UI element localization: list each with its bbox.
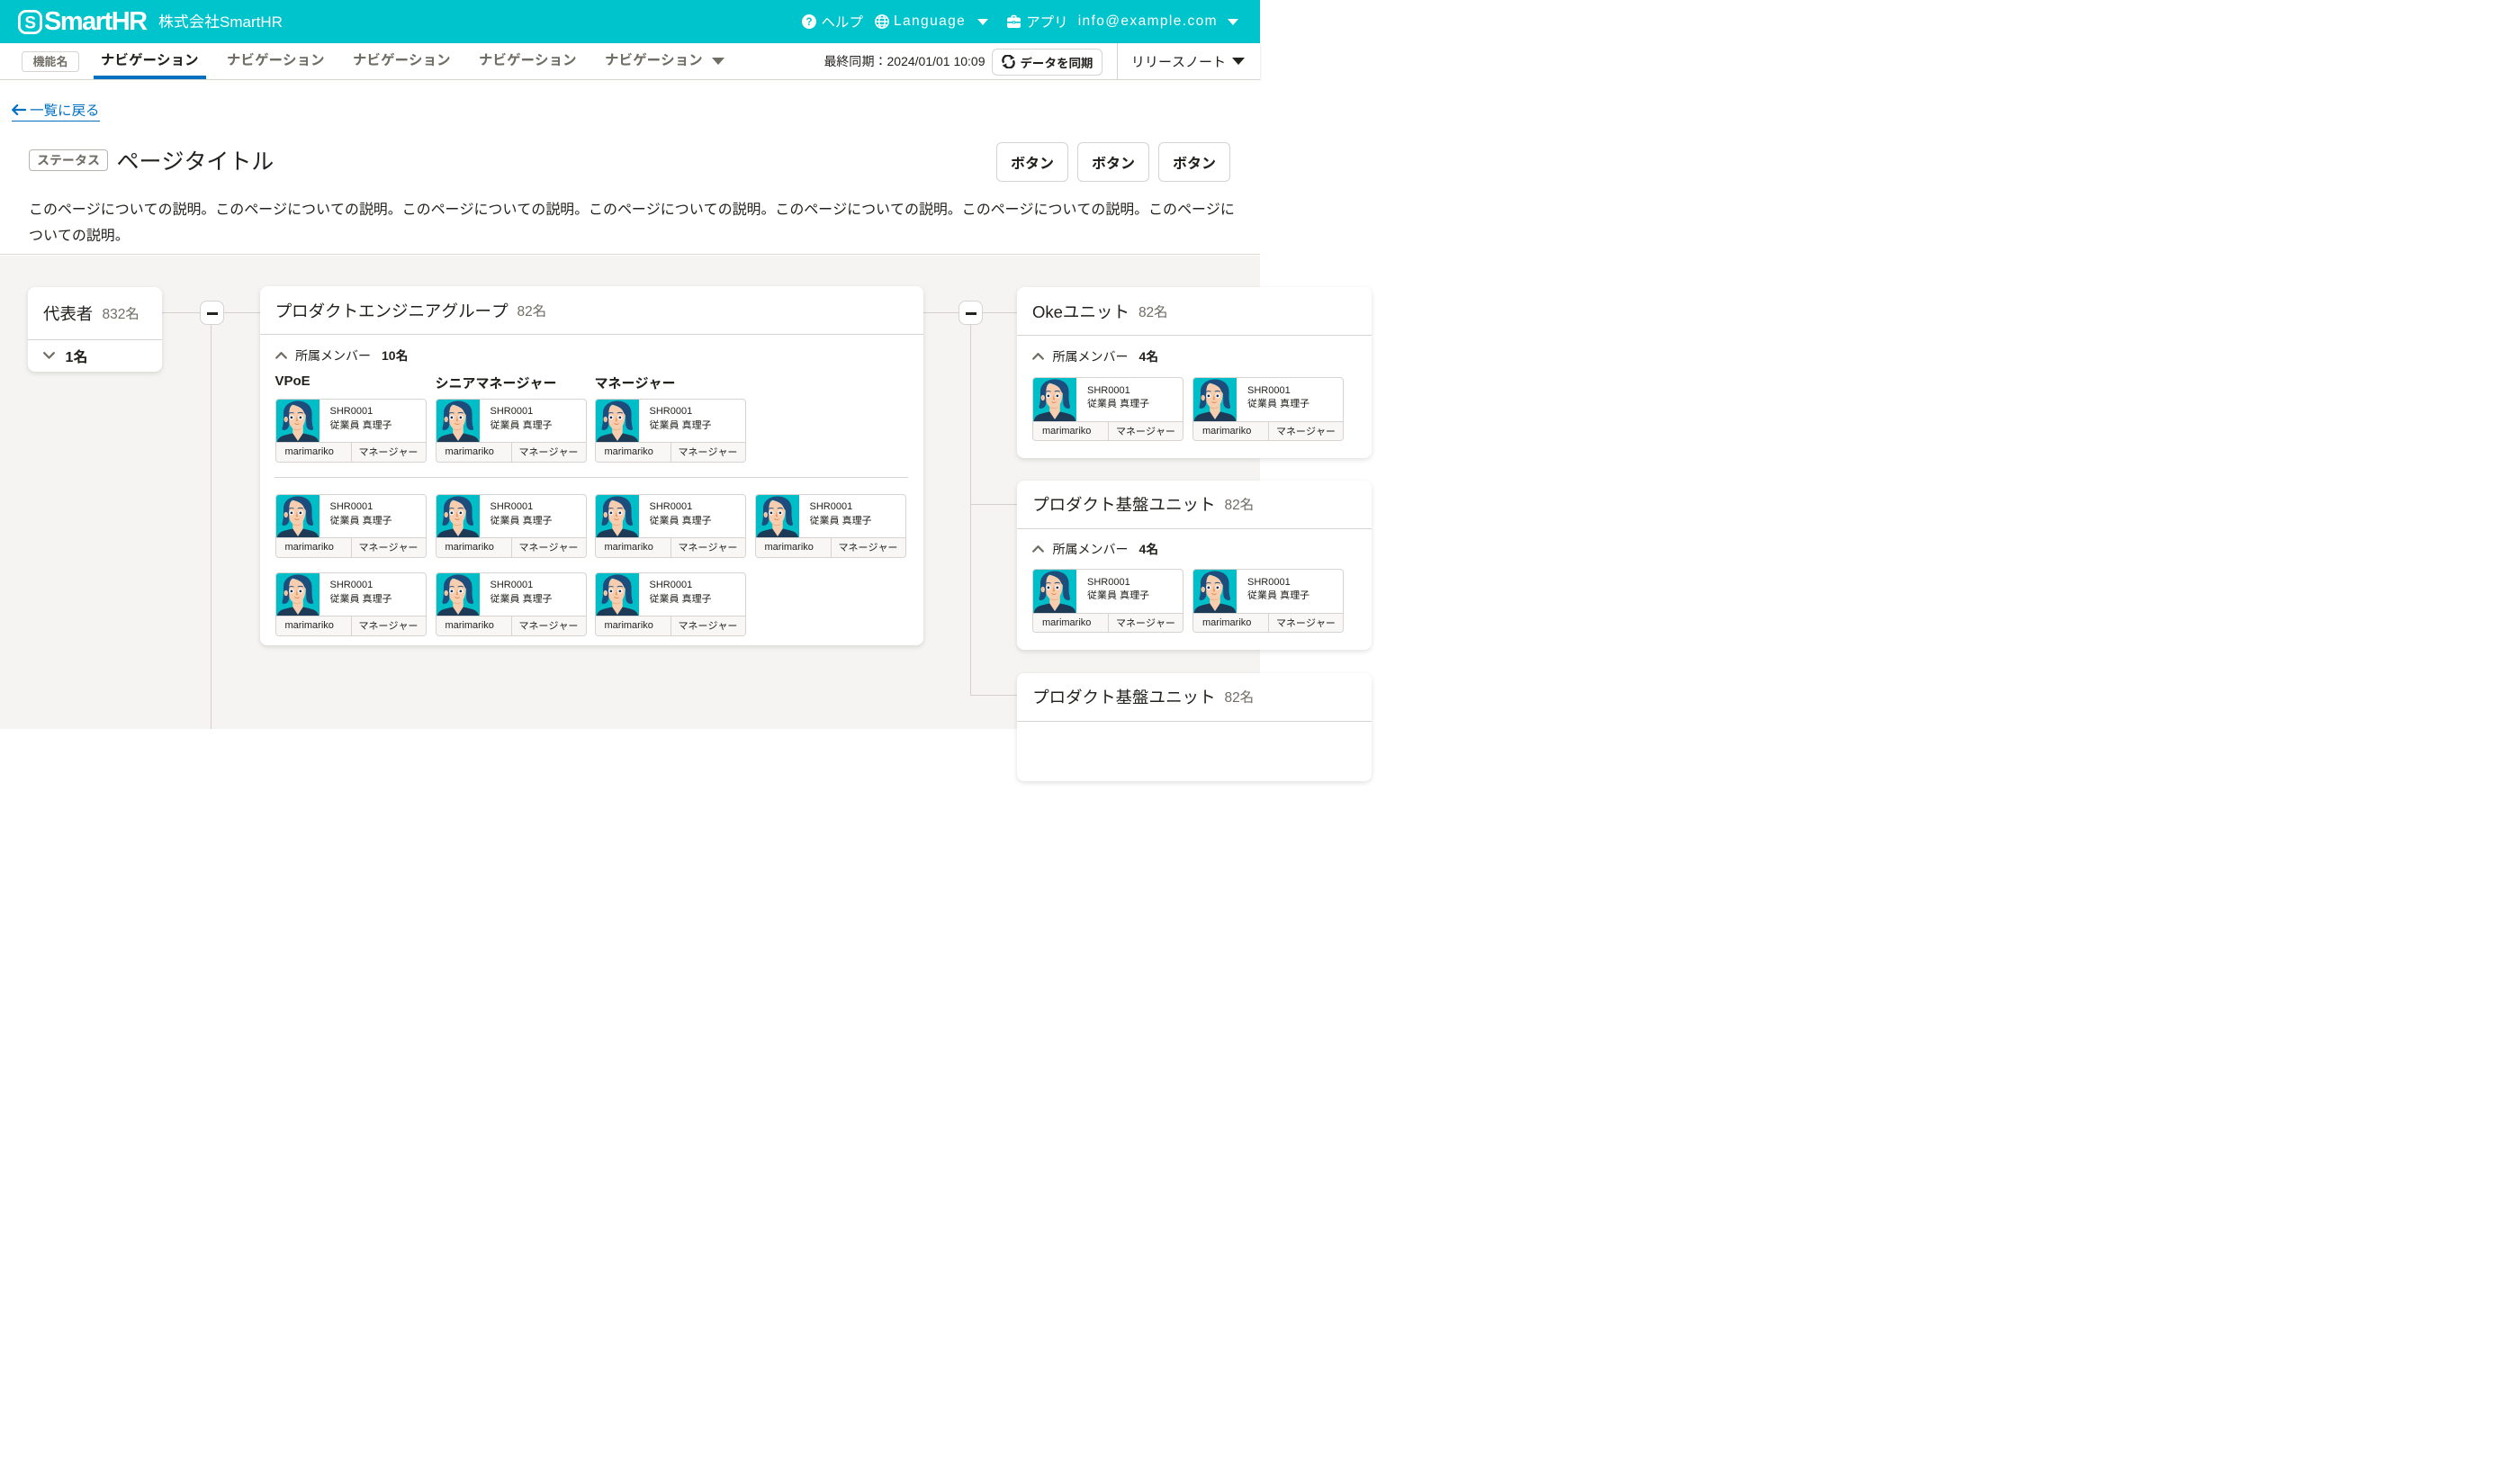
svg-text:?: ? [806, 17, 813, 28]
svg-text:S: S [24, 14, 36, 32]
